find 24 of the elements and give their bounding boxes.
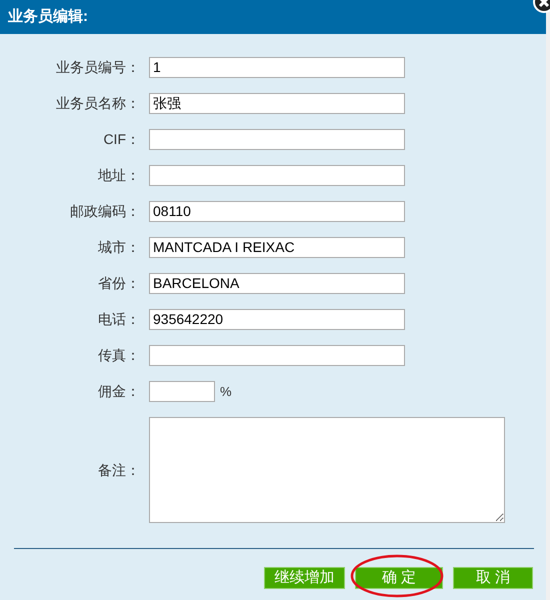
input-field[interactable]: [149, 345, 405, 366]
field-label: 地址：: [97, 166, 140, 185]
input-field[interactable]: 张强: [149, 93, 405, 114]
input-field[interactable]: MANTCADA I REIXAC: [149, 237, 405, 258]
field-label: 省份：: [97, 274, 140, 293]
input-field[interactable]: [149, 381, 215, 402]
input-field[interactable]: 1: [149, 57, 405, 78]
field-label: 城市：: [97, 238, 140, 257]
input-field[interactable]: [149, 165, 405, 186]
window-title: 业务员编辑:: [8, 6, 88, 27]
input-field[interactable]: BARCELONA: [149, 273, 405, 294]
input-field[interactable]: [149, 129, 405, 150]
field-label: 邮政编码：: [69, 202, 140, 221]
field-label: 电话：: [97, 310, 140, 329]
input-field[interactable]: 08110: [149, 201, 405, 222]
field-label: CIF：: [102, 130, 140, 149]
field-label: 佣金：: [97, 382, 140, 401]
percent-sign: %: [220, 383, 232, 401]
field-label: 业务员名称：: [55, 94, 140, 113]
notes-field[interactable]: [149, 417, 505, 523]
field-label: 业务员编号：: [55, 58, 140, 77]
input-field[interactable]: 935642220: [149, 309, 405, 330]
field-label: 备注：: [97, 460, 140, 480]
field-label: 传真：: [97, 346, 140, 365]
